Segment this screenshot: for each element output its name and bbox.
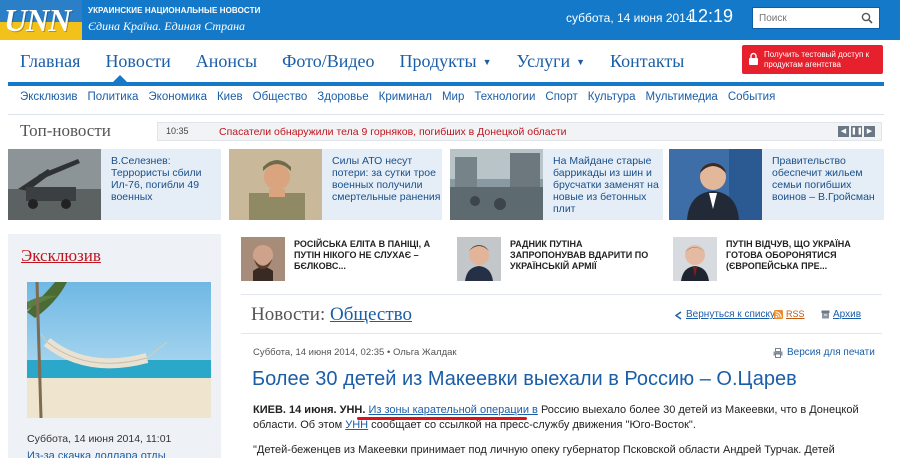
mini-thumbnail — [457, 237, 501, 281]
mini-thumbnail — [241, 237, 285, 281]
nav-announcements[interactable]: Анонсы — [196, 46, 270, 86]
subnav-divider — [8, 114, 884, 115]
archive-link[interactable]: Архив — [833, 309, 861, 320]
subnav-culture[interactable]: Культура — [588, 91, 636, 103]
next-icon[interactable]: ▶ — [864, 126, 875, 137]
trial-access-label: Получить тестовый доступ к продуктам аге… — [764, 50, 870, 69]
card-headline: В.Селезнев: Террористы сбили Ил-76, поги… — [111, 155, 202, 203]
tagline-top: УКРАИНСКИЕ НАЦИОНАЛЬНЫЕ НОВОСТИ — [88, 6, 261, 15]
subnav-technology[interactable]: Технологии — [474, 91, 535, 103]
main-nav: Главная Новости Анонсы Фото/Видео Продук… — [20, 46, 709, 86]
nav-services[interactable]: Услуги ▼ — [517, 46, 599, 86]
article-lead: КИЕВ. 14 июня. УНН. Из зоны карательной … — [253, 404, 859, 431]
ticker-controls: ◀ ❚❚ ▶ — [836, 126, 875, 137]
unn-link[interactable]: УНН — [345, 419, 368, 431]
exclusive-title[interactable]: Эксклюзив — [21, 246, 101, 266]
news-thumbnail — [8, 149, 101, 220]
exclusive-teaser[interactable]: Из-за скачка доллара отды — [27, 450, 166, 458]
top-news-card[interactable]: В.Селезнев: Террористы сбили Ил-76, поги… — [8, 149, 221, 220]
search-icon[interactable] — [861, 12, 873, 24]
article-paragraph: "Детей-беженцев из Макеевки принимает по… — [253, 444, 835, 456]
article-section-header: Новости: Общество Вернуться к списку RSS… — [241, 294, 882, 334]
subnav-exclusive[interactable]: Эксклюзив — [20, 91, 77, 103]
mini-thumbnail — [673, 237, 717, 281]
mini-news-row: Російська еліта в паніці, а Путін нікого… — [241, 237, 882, 287]
top-news-cards: В.Селезнев: Террористы сбили Ил-76, поги… — [8, 149, 884, 220]
subnav-events[interactable]: События — [728, 91, 775, 103]
top-news-card[interactable]: Правительство обеспечит жильем семьи пог… — [669, 149, 884, 220]
card-headline: Правительство обеспечит жильем семьи пог… — [772, 155, 875, 203]
back-arrow-icon — [674, 311, 682, 320]
card-headline: Силы АТО несут потери: за сутки трое вое… — [332, 155, 441, 203]
operation-zone-link[interactable]: Из зоны карательной операции в — [369, 404, 538, 416]
subnav-politics[interactable]: Политика — [87, 91, 138, 103]
print-version-link[interactable]: Версия для печати — [787, 347, 875, 358]
caret-down-icon: ▼ — [576, 57, 586, 67]
subnav-economy[interactable]: Экономика — [148, 91, 207, 103]
trial-access-button[interactable]: Получить тестовый доступ к продуктам аге… — [742, 45, 883, 74]
news-thumbnail — [450, 149, 543, 220]
nav-photo-video[interactable]: Фото/Видео — [282, 46, 387, 86]
exclusive-date: Суббота, 14 июня 2014, 11:01 — [27, 433, 172, 445]
header-date: суббота, 14 июня 2014 — [566, 11, 693, 25]
sub-nav: Эксклюзив Политика Экономика Киев Общест… — [20, 91, 785, 103]
logo-text: UNN — [4, 2, 71, 38]
mini-news-item[interactable]: Путін відчув, що Україна готова оборонят… — [673, 237, 882, 285]
caret-down-icon: ▼ — [482, 57, 492, 67]
news-thumbnail — [229, 149, 322, 220]
nav-products[interactable]: Продукты ▼ — [400, 46, 505, 86]
red-highlight-underline — [357, 417, 527, 420]
section-link[interactable]: Общество — [330, 304, 412, 325]
search-box[interactable] — [752, 7, 880, 29]
ticker-headline[interactable]: Спасатели обнаружили тела 9 горняков, по… — [219, 126, 567, 138]
article-headline: Более 30 детей из Макеевки выехали в Рос… — [252, 368, 797, 390]
nav-home[interactable]: Главная — [20, 46, 93, 86]
top-news-title: Топ-новости — [20, 121, 111, 140]
rss-link[interactable]: RSS — [786, 309, 805, 319]
subnav-society[interactable]: Общество — [253, 91, 308, 103]
mini-headline: Путін відчув, що Україна готова оборонят… — [726, 239, 851, 271]
subnav-health[interactable]: Здоровье — [317, 91, 368, 103]
tagline-bottom: Єдина Країна. Единая Страна — [88, 19, 246, 33]
mini-headline: Російська еліта в паніці, а Путін нікого… — [294, 239, 431, 271]
mini-news-item[interactable]: Радник Путіна запропонував вдарити по ук… — [457, 237, 662, 285]
back-to-list-link[interactable]: Вернуться к списку — [686, 309, 775, 320]
pause-icon[interactable]: ❚❚ — [851, 126, 863, 137]
nav-contacts[interactable]: Контакты — [610, 46, 697, 86]
ticker-time: 10:35 — [166, 126, 189, 136]
prev-icon[interactable]: ◀ — [838, 126, 849, 137]
search-input[interactable] — [753, 8, 853, 29]
subnav-multimedia[interactable]: Мультимедиа — [646, 91, 718, 103]
active-indicator — [113, 75, 128, 82]
subnav-world[interactable]: Мир — [442, 91, 464, 103]
subnav-crime[interactable]: Криминал — [379, 91, 432, 103]
news-thumbnail — [669, 149, 762, 220]
print-icon — [773, 348, 783, 358]
subnav-sport[interactable]: Спорт — [545, 91, 577, 103]
header-time: 12:19 — [688, 6, 734, 26]
mini-headline: Радник Путіна запропонував вдарити по ук… — [510, 239, 649, 271]
dateline: КИЕВ. 14 июня. УНН. — [253, 404, 366, 416]
section-title: Новости: Общество — [251, 304, 412, 325]
article-meta: Суббота, 14 июня 2014, 02:35 • Ольга Жал… — [253, 347, 457, 358]
exclusive-image[interactable] — [27, 282, 211, 418]
nav-divider — [8, 82, 884, 86]
exclusive-sidebar: Эксклюзив Суббота, 14 июня 2014, 11:01 И… — [8, 234, 221, 458]
rss-icon — [774, 310, 783, 319]
news-ticker: 10:35 Спасатели обнаружили тела 9 горняк… — [157, 122, 882, 141]
logo[interactable]: UNN — [0, 0, 82, 40]
archive-icon — [821, 310, 830, 319]
lock-icon — [749, 52, 758, 65]
mini-news-item[interactable]: Російська еліта в паніці, а Путін нікого… — [241, 237, 446, 285]
site-header: UNN УКРАИНСКИЕ НАЦИОНАЛЬНЫЕ НОВОСТИ Єдин… — [0, 0, 900, 40]
nav-news[interactable]: Новости — [105, 46, 183, 86]
card-headline: На Майдане старые баррикады из шин и бру… — [553, 155, 659, 215]
subnav-kyiv[interactable]: Киев — [217, 91, 243, 103]
top-news-card[interactable]: На Майдане старые баррикады из шин и бру… — [450, 149, 663, 220]
top-news-card[interactable]: Силы АТО несут потери: за сутки трое вое… — [229, 149, 442, 220]
